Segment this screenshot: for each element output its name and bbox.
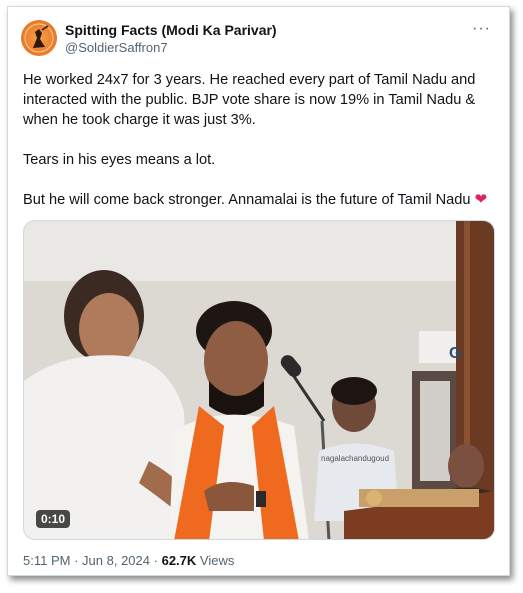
tweet-paragraph: Tears in his eyes means a lot. bbox=[23, 152, 216, 168]
meta-separator: · bbox=[153, 553, 158, 568]
video-frame: G bbox=[24, 221, 494, 539]
video-duration-badge: 0:10 bbox=[36, 510, 71, 528]
views-label: Views bbox=[199, 553, 235, 568]
avatar-saffron-icon bbox=[24, 23, 54, 53]
meta-separator: · bbox=[74, 553, 79, 568]
tweet-date[interactable]: Jun 8, 2024 bbox=[82, 553, 150, 568]
video-player[interactable]: G nagalachandugoud 0:10 bbox=[23, 220, 495, 540]
tweet-text: He worked 24x7 for 3 years. He reached e… bbox=[23, 70, 503, 210]
tweet-header: Spitting Facts (Modi Ka Parivar) @Soldie… bbox=[21, 20, 497, 60]
tweet-meta: 5:11 PM · Jun 8, 2024 · 62.7K Views bbox=[23, 552, 234, 569]
tweet-paragraph-text: But he will come back stronger. Annamala… bbox=[23, 192, 471, 208]
heart-emoji-icon: ❤ bbox=[474, 191, 488, 208]
avatar[interactable] bbox=[21, 20, 57, 56]
tweet-time[interactable]: 5:11 PM bbox=[23, 553, 70, 568]
sign-letter: G bbox=[449, 345, 461, 362]
views-count: 62.7K bbox=[161, 553, 197, 568]
author-block: Spitting Facts (Modi Ka Parivar) @Soldie… bbox=[65, 21, 277, 56]
author-handle[interactable]: @SoldierSaffron7 bbox=[65, 39, 277, 56]
video-watermark: nagalachandugoud bbox=[321, 454, 390, 463]
tweet-card: Spitting Facts (Modi Ka Parivar) @Soldie… bbox=[7, 6, 510, 576]
author-display-name[interactable]: Spitting Facts (Modi Ka Parivar) bbox=[65, 21, 277, 39]
tweet-paragraph: He worked 24x7 for 3 years. He reached e… bbox=[23, 72, 476, 128]
more-options-icon[interactable]: ··· bbox=[472, 21, 491, 37]
tweet-paragraph: But he will come back stronger. Annamala… bbox=[23, 190, 503, 210]
